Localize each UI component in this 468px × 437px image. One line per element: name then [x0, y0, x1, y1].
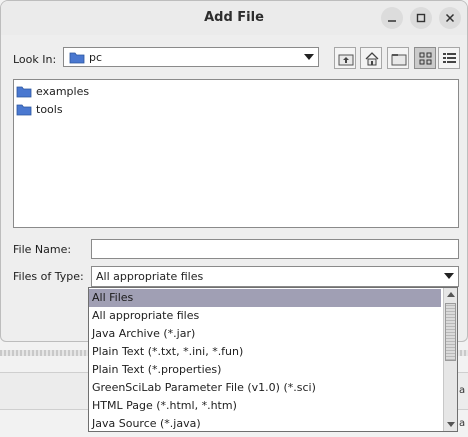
look-in-label: Look In: — [13, 53, 57, 66]
minimize-button[interactable] — [381, 7, 403, 29]
home-icon — [365, 52, 379, 66]
up-folder-icon — [338, 54, 354, 66]
file-item-label: examples — [36, 85, 90, 98]
dropdown-option[interactable]: All Files — [89, 289, 441, 307]
home-button[interactable] — [360, 47, 382, 69]
minimize-icon — [388, 20, 396, 22]
file-name-input[interactable] — [91, 239, 459, 259]
dropdown-option[interactable]: Java Source (*.java) — [89, 415, 441, 431]
up-one-level-button[interactable] — [334, 47, 356, 69]
close-icon — [445, 13, 455, 23]
new-folder-button[interactable] — [387, 47, 409, 69]
close-button[interactable] — [439, 7, 461, 29]
background-text-fragment: a — [459, 418, 466, 429]
look-in-value: pc — [89, 51, 103, 64]
look-in-combo[interactable]: pc — [63, 47, 319, 67]
file-list[interactable]: examples tools — [13, 79, 459, 228]
background-text-fragment: a — [459, 385, 466, 396]
details-view-button[interactable] — [438, 47, 460, 69]
files-of-type-value: All appropriate files — [96, 270, 204, 283]
folder-icon — [16, 104, 32, 116]
scroll-down-icon[interactable] — [447, 422, 455, 427]
maximize-button[interactable] — [410, 7, 432, 29]
dropdown-option[interactable]: Plain Text (*.txt, *.ini, *.fun) — [89, 343, 441, 361]
scrollbar-thumb[interactable] — [445, 303, 456, 361]
details-view-icon — [443, 53, 456, 63]
file-item-label: tools — [36, 103, 63, 116]
scroll-up-icon[interactable] — [447, 292, 455, 297]
maximize-icon — [416, 13, 426, 23]
files-of-type-combo[interactable]: All appropriate files — [91, 266, 459, 287]
folder-icon — [16, 86, 32, 98]
list-view-button[interactable] — [414, 47, 436, 69]
dropdown-scrollbar[interactable] — [443, 288, 457, 431]
chevron-down-icon — [304, 54, 314, 60]
list-view-icon — [419, 52, 432, 65]
dropdown-option[interactable]: Plain Text (*.properties) — [89, 361, 441, 379]
files-of-type-dropdown[interactable]: All Files All appropriate files Java Arc… — [88, 287, 458, 432]
dropdown-option[interactable]: All appropriate files — [89, 307, 441, 325]
chevron-down-icon — [444, 273, 454, 279]
title-bar[interactable]: Add File — [1, 1, 467, 35]
dropdown-option[interactable]: Java Archive (*.jar) — [89, 325, 441, 343]
dropdown-option[interactable]: HTML Page (*.html, *.htm) — [89, 397, 441, 415]
new-folder-icon — [391, 54, 407, 66]
folder-icon — [69, 52, 85, 64]
dropdown-option[interactable]: GreenSciLab Parameter File (v1.0) (*.sci… — [89, 379, 441, 397]
file-name-label: File Name: — [13, 243, 72, 256]
files-of-type-label: Files of Type: — [13, 270, 84, 283]
